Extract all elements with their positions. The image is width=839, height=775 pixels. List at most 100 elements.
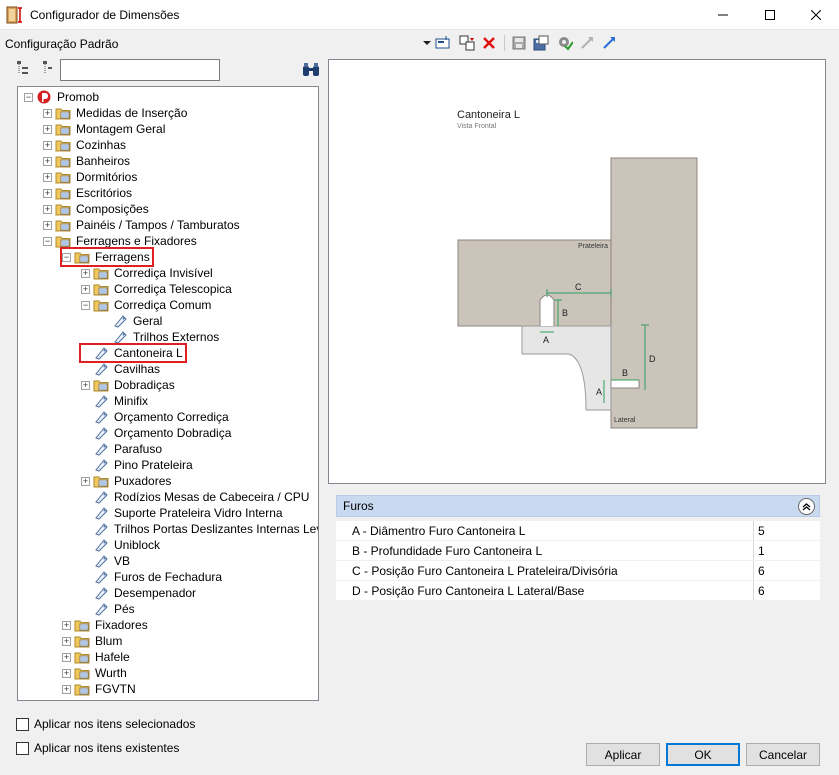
- tree-item[interactable]: + Wurth: [62, 665, 129, 681]
- tree-item[interactable]: Suporte Prateleira Vidro Interna: [81, 505, 285, 521]
- expand-node-icon[interactable]: +: [81, 476, 90, 486]
- expand-node-icon[interactable]: +: [81, 268, 90, 278]
- tree-item[interactable]: + Composições: [43, 201, 151, 217]
- tree-item[interactable]: − Promob: [24, 89, 101, 105]
- expand-node-icon[interactable]: +: [62, 684, 71, 694]
- property-row[interactable]: C - Posição Furo Cantoneira L Prateleira…: [336, 561, 820, 581]
- new-config-button[interactable]: [434, 34, 452, 52]
- tree-item[interactable]: Cavilhas: [81, 361, 162, 377]
- tag-icon: [95, 507, 108, 520]
- tree-item[interactable]: Desempenador: [81, 585, 198, 601]
- tree-item[interactable]: + Painéis / Tampos / Tamburatos: [43, 217, 242, 233]
- tree-item[interactable]: + Montagem Geral: [43, 121, 167, 137]
- tree-item[interactable]: Trilhos Portas Deslizantes Internas Leve…: [81, 521, 318, 537]
- minimize-button[interactable]: [700, 0, 746, 30]
- save-as-button[interactable]: [532, 34, 550, 52]
- export-button[interactable]: [578, 34, 596, 52]
- tree-item-label: Minifix: [114, 394, 149, 408]
- tree-item[interactable]: + Blum: [62, 633, 124, 649]
- tree-search-input[interactable]: [60, 59, 220, 81]
- expand-node-icon[interactable]: +: [62, 620, 71, 630]
- tree-item[interactable]: Cantoneira L: [79, 343, 187, 363]
- apply-existing-option[interactable]: Aplicar nos itens existentes: [16, 741, 179, 755]
- tree-item[interactable]: + Dobradiças: [81, 377, 177, 393]
- property-row[interactable]: D - Posição Furo Cantoneira L Lateral/Ba…: [336, 581, 820, 601]
- tree-item[interactable]: Trilhos Externos: [100, 329, 221, 345]
- property-row[interactable]: B - Profundidade Furo Cantoneira L 1: [336, 541, 820, 561]
- tree-item[interactable]: Pino Prateleira: [81, 457, 195, 473]
- expand-node-icon[interactable]: +: [62, 668, 71, 678]
- tree-item[interactable]: Minifix: [81, 393, 150, 409]
- tree-item[interactable]: VB: [81, 553, 132, 569]
- tree-item[interactable]: + Corrediça Invisível: [81, 265, 215, 281]
- group-header-furos[interactable]: Furos: [336, 495, 820, 517]
- close-button[interactable]: [793, 0, 839, 30]
- tree-item[interactable]: Orçamento Dobradiça: [81, 425, 233, 441]
- tree-item[interactable]: Orçamento Corrediça: [81, 409, 231, 425]
- tree-item[interactable]: + Fixadores: [62, 617, 150, 633]
- tree-item[interactable]: + Escritórios: [43, 185, 134, 201]
- expand-node-icon[interactable]: +: [43, 220, 52, 230]
- expand-all-icon[interactable]: [16, 60, 30, 76]
- tree-item[interactable]: + FGVTN: [62, 681, 138, 697]
- property-row[interactable]: A - Diâmentro Furo Cantoneira L 5: [336, 521, 820, 541]
- expand-node-icon[interactable]: +: [62, 636, 71, 646]
- delete-config-button[interactable]: [480, 34, 498, 52]
- property-value[interactable]: 6: [754, 561, 820, 580]
- expand-node-icon[interactable]: +: [43, 204, 52, 214]
- tree-item[interactable]: + Puxadores: [81, 473, 173, 489]
- expand-node-icon[interactable]: +: [43, 172, 52, 182]
- property-value[interactable]: 5: [754, 521, 820, 540]
- tree-item[interactable]: + Cozinhas: [43, 137, 128, 153]
- tree-item[interactable]: + Corrediça Telescopica: [81, 281, 234, 297]
- settings-check-button[interactable]: [556, 34, 574, 52]
- tree-item[interactable]: Geral: [100, 313, 164, 329]
- tree-item[interactable]: Rodízios Mesas de Cabeceira / CPU: [81, 489, 311, 505]
- property-value[interactable]: 6: [754, 581, 820, 600]
- tree-item[interactable]: − Ferragens e Fixadores: [43, 233, 199, 249]
- tree-item[interactable]: + Hafele: [62, 649, 132, 665]
- tree-item[interactable]: + Medidas de Inserção: [43, 105, 189, 121]
- tree-item[interactable]: Parafuso: [81, 441, 164, 457]
- expand-node-icon[interactable]: +: [81, 284, 90, 294]
- maximize-button[interactable]: [747, 0, 793, 30]
- apply-selected-checkbox[interactable]: [16, 717, 29, 731]
- save-button[interactable]: [510, 34, 528, 52]
- property-value[interactable]: 1: [754, 541, 820, 560]
- tree-item[interactable]: − Corrediça Comum: [81, 297, 213, 313]
- tree-item[interactable]: Furos de Fechadura: [81, 569, 224, 585]
- apply-selected-option[interactable]: Aplicar nos itens selecionados: [16, 717, 195, 731]
- expand-node-icon[interactable]: +: [43, 124, 52, 134]
- expand-node-icon[interactable]: +: [81, 380, 90, 390]
- binoculars-search-icon[interactable]: [302, 62, 320, 78]
- expand-node-icon[interactable]: +: [43, 140, 52, 150]
- expand-node-icon[interactable]: +: [62, 652, 71, 662]
- expand-node-icon[interactable]: +: [43, 108, 52, 118]
- expand-node-icon[interactable]: +: [43, 188, 52, 198]
- expand-node-icon[interactable]: +: [43, 156, 52, 166]
- preview-title: Cantoneira L: [457, 109, 520, 121]
- collapse-node-icon[interactable]: −: [81, 300, 90, 310]
- tag-icon: [95, 571, 108, 584]
- cancel-button[interactable]: Cancelar: [746, 743, 820, 766]
- collapse-node-icon[interactable]: −: [24, 92, 33, 102]
- category-tree[interactable]: − Promob + Medidas de Inserção + Montagem Ger…: [17, 86, 319, 701]
- tree-item[interactable]: Pés: [81, 601, 137, 617]
- collapse-node-icon[interactable]: −: [43, 236, 52, 246]
- folder-icon: [93, 476, 109, 488]
- tree-item[interactable]: + Dormitórios: [43, 169, 139, 185]
- apply-existing-checkbox[interactable]: [16, 741, 29, 755]
- tag-icon: [95, 411, 108, 424]
- copy-config-button[interactable]: [458, 34, 476, 52]
- collapse-all-icon[interactable]: [42, 60, 54, 76]
- collapse-node-icon[interactable]: −: [62, 252, 71, 262]
- tree-item[interactable]: − Ferragens: [60, 247, 154, 267]
- apply-button[interactable]: Aplicar: [586, 743, 660, 766]
- tree-item-label: Fixadores: [95, 618, 148, 632]
- tree-item[interactable]: Uniblock: [81, 537, 162, 553]
- import-button[interactable]: [600, 34, 618, 52]
- ok-button[interactable]: OK: [666, 743, 740, 766]
- collapse-group-button[interactable]: [798, 498, 815, 515]
- tree-item[interactable]: + Banheiros: [43, 153, 132, 169]
- tree-node-icon-holder: [93, 442, 112, 456]
